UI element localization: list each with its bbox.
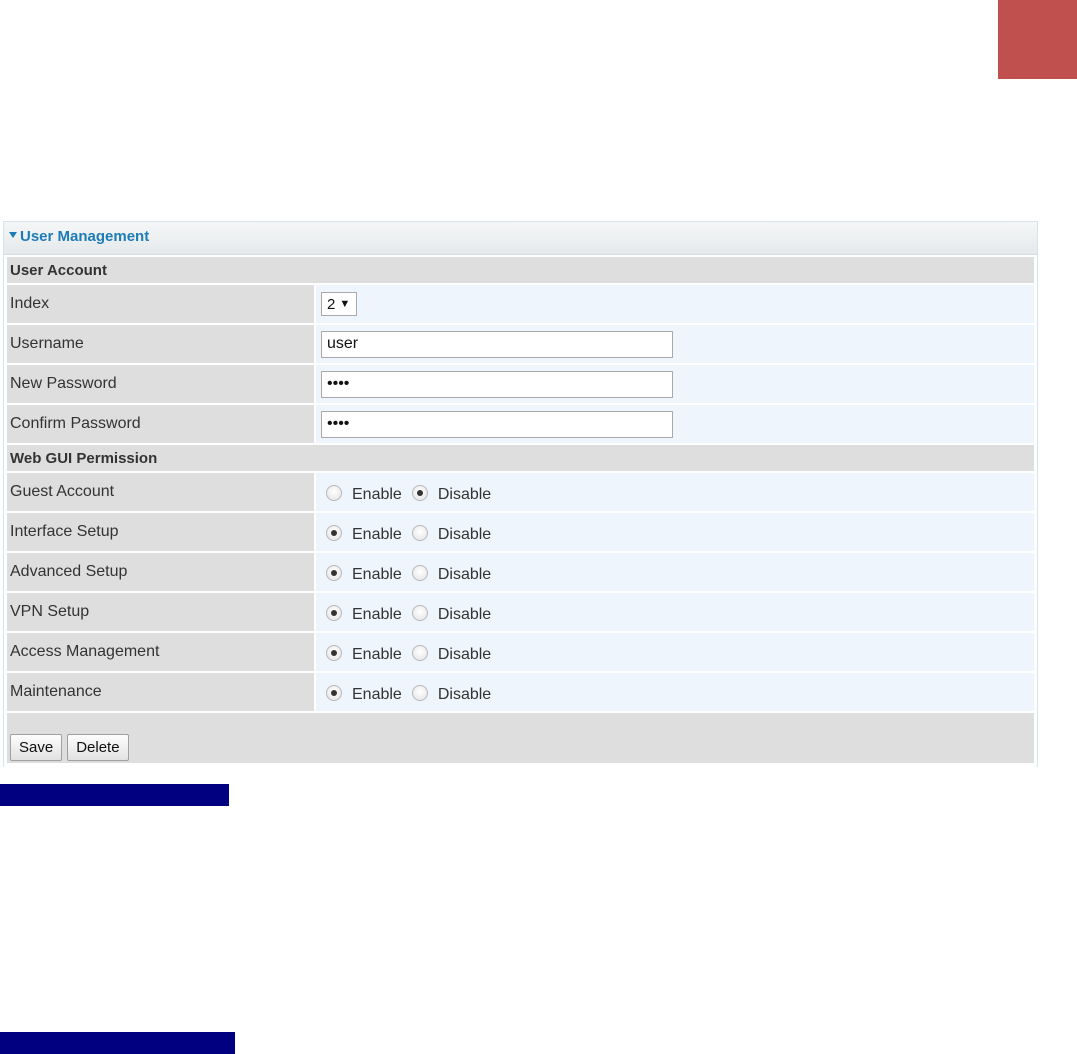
- username-label: Username: [7, 325, 314, 363]
- guest-account-radio-group: Enable Disable: [321, 485, 501, 504]
- enable-label[interactable]: Enable: [352, 526, 402, 544]
- new-password-input[interactable]: [321, 370, 673, 398]
- disable-label[interactable]: Disable: [438, 486, 491, 504]
- disable-label[interactable]: Disable: [438, 686, 491, 704]
- row-index: Index 2 ▼: [7, 283, 1034, 323]
- maintenance-label: Maintenance: [7, 673, 314, 711]
- row-guest-account: Guest Account Enable Disable: [7, 471, 1034, 511]
- advanced-setup-radio-group: Enable Disable: [321, 565, 501, 584]
- access-management-enable-radio[interactable]: [326, 645, 342, 661]
- panel-title: User Management: [20, 227, 150, 245]
- user-management-panel: User Management User Account Index 2 ▼ U…: [3, 221, 1038, 767]
- panel-header[interactable]: User Management: [4, 222, 1037, 255]
- advanced-setup-disable-radio[interactable]: [411, 565, 428, 581]
- section-web-gui-permission: Web GUI Permission: [7, 443, 1034, 471]
- guest-account-disable-radio[interactable]: [411, 485, 428, 501]
- delete-button[interactable]: Delete: [67, 734, 129, 761]
- index-label: Index: [7, 285, 314, 323]
- maintenance-disable-radio[interactable]: [411, 685, 428, 701]
- disable-label[interactable]: Disable: [438, 566, 491, 584]
- caption-bar: [0, 784, 229, 806]
- vpn-setup-disable-radio[interactable]: [411, 605, 428, 621]
- access-management-label: Access Management: [7, 633, 314, 671]
- enable-label[interactable]: Enable: [352, 606, 402, 624]
- disable-label[interactable]: Disable: [438, 526, 491, 544]
- vpn-setup-label: VPN Setup: [7, 593, 314, 631]
- advanced-setup-label: Advanced Setup: [7, 553, 314, 591]
- section-user-account: User Account: [7, 255, 1034, 283]
- page: User Management User Account Index 2 ▼ U…: [0, 0, 1077, 1054]
- row-access-management: Access Management Enable Disable: [7, 631, 1034, 671]
- row-new-password: New Password: [7, 363, 1034, 403]
- row-username: Username: [7, 323, 1034, 363]
- enable-label[interactable]: Enable: [352, 646, 402, 664]
- index-select[interactable]: 2 ▼: [321, 292, 358, 316]
- index-select-value: 2: [327, 295, 336, 313]
- advanced-setup-enable-radio[interactable]: [326, 565, 342, 581]
- interface-setup-enable-radio[interactable]: [326, 525, 342, 541]
- vpn-setup-enable-radio[interactable]: [326, 605, 342, 621]
- row-interface-setup: Interface Setup Enable Disable: [7, 511, 1034, 551]
- vpn-setup-radio-group: Enable Disable: [321, 605, 501, 624]
- disable-label[interactable]: Disable: [438, 646, 491, 664]
- confirm-password-label: Confirm Password: [7, 405, 314, 443]
- enable-label[interactable]: Enable: [352, 566, 402, 584]
- guest-account-label: Guest Account: [7, 473, 314, 511]
- enable-label[interactable]: Enable: [352, 686, 402, 704]
- interface-setup-label: Interface Setup: [7, 513, 314, 551]
- confirm-password-input[interactable]: [321, 410, 673, 438]
- corner-decoration: [998, 0, 1077, 79]
- action-row: Save Delete: [7, 711, 1034, 763]
- access-management-disable-radio[interactable]: [411, 645, 428, 661]
- form-rows: User Account Index 2 ▼ Username New Pass…: [4, 255, 1037, 763]
- dropdown-arrow-icon: ▼: [339, 298, 351, 310]
- permission-rows: Guest Account Enable Disable Interface Setu…: [7, 471, 1034, 711]
- interface-setup-radio-group: Enable Disable: [321, 525, 501, 544]
- interface-setup-disable-radio[interactable]: [411, 525, 428, 541]
- guest-account-enable-radio[interactable]: [326, 485, 342, 501]
- row-confirm-password: Confirm Password: [7, 403, 1034, 443]
- row-vpn-setup: VPN Setup Enable Disable: [7, 591, 1034, 631]
- new-password-label: New Password: [7, 365, 314, 403]
- maintenance-radio-group: Enable Disable: [321, 685, 501, 704]
- maintenance-enable-radio[interactable]: [326, 685, 342, 701]
- row-maintenance: Maintenance Enable Disable: [7, 671, 1034, 711]
- username-input[interactable]: [321, 330, 673, 358]
- collapse-triangle-icon[interactable]: [9, 232, 17, 238]
- caption-bar: [0, 1032, 235, 1054]
- disable-label[interactable]: Disable: [438, 606, 491, 624]
- row-advanced-setup: Advanced Setup Enable Disable: [7, 551, 1034, 591]
- enable-label[interactable]: Enable: [352, 486, 402, 504]
- save-button[interactable]: Save: [10, 734, 63, 761]
- access-management-radio-group: Enable Disable: [321, 645, 501, 664]
